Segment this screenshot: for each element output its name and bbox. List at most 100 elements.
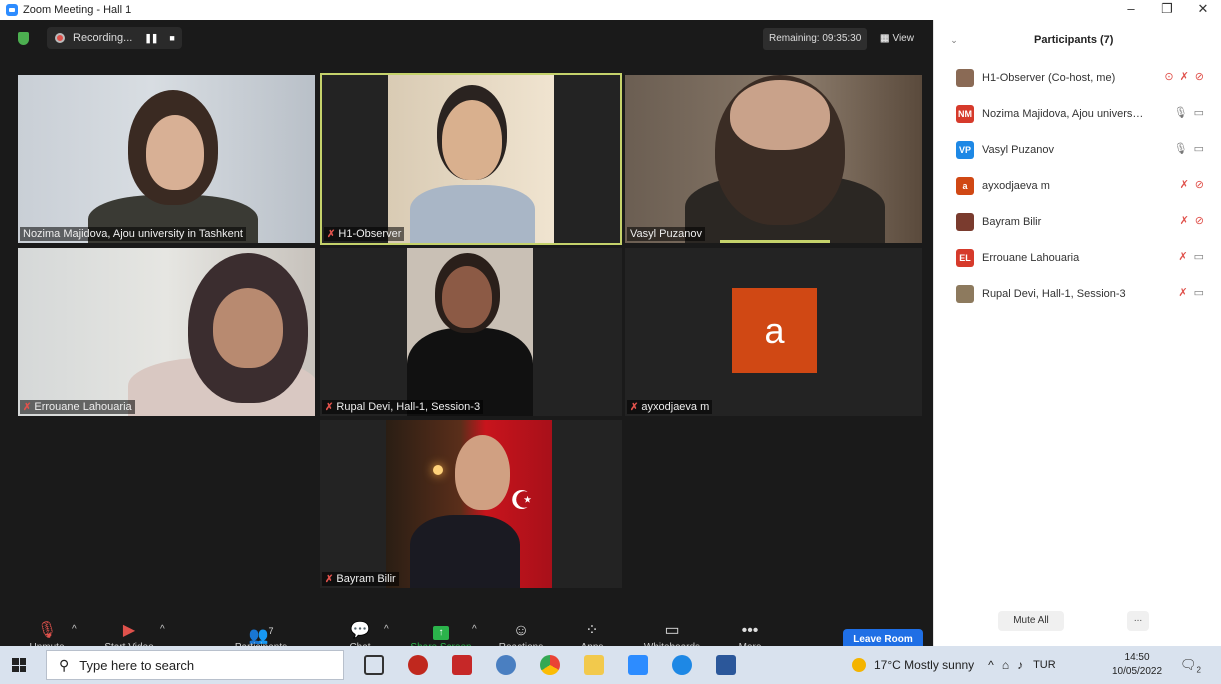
zoom-taskbar-icon[interactable] xyxy=(628,655,648,675)
video-area: Recording... ❚❚ ■ Remaining: 09:35:30 ▦ V… xyxy=(0,20,933,653)
participants-icon: 👥7 xyxy=(248,626,274,645)
mic-muted-icon: ✗ xyxy=(23,402,32,413)
mic-muted-icon: ✗ xyxy=(325,402,334,413)
tile-name-label: Nozima Majidova, Ajou university in Tash… xyxy=(20,227,246,241)
avatar: NM xyxy=(956,105,974,123)
tile-name-label: ✗ Rupal Devi, Hall-1, Session-3 xyxy=(322,400,484,414)
window-titlebar: Zoom Meeting - Hall 1 – ❐ ✕ xyxy=(0,0,1221,20)
network-icon[interactable]: ⌂ xyxy=(1002,658,1009,672)
pause-recording-icon[interactable]: ❚❚ xyxy=(144,33,158,44)
apps-icon: ⁘ xyxy=(585,622,599,639)
stop-recording-icon[interactable]: ■ xyxy=(169,33,175,43)
maximize-button[interactable]: ❐ xyxy=(1149,0,1185,20)
mic-muted-icon: ✗ xyxy=(325,574,334,585)
zoom-app-icon xyxy=(6,4,18,16)
tile-name-label: ✗ Errouane Lahouaria xyxy=(20,400,135,414)
video-tile[interactable]: ✗ Errouane Lahouaria xyxy=(18,248,315,416)
mic-muted-icon: ✗ xyxy=(1178,251,1188,263)
mic-muted-icon: ✗ xyxy=(1179,71,1189,83)
video-tile-no-video[interactable]: a ✗ ayxodjaeva m xyxy=(625,248,922,416)
mic-muted-icon: 🎙 xyxy=(36,622,58,639)
task-view-icon[interactable] xyxy=(364,655,384,675)
avatar xyxy=(956,213,974,231)
participants-panel: ⌄ Participants (7) H1-Observer (Co-host,… xyxy=(933,20,1221,646)
video-tile[interactable]: Vasyl Puzanov xyxy=(625,75,922,243)
avatar: VP xyxy=(956,141,974,159)
minimize-button[interactable]: – xyxy=(1113,0,1149,20)
video-tile[interactable]: ☪ ✗ Bayram Bilir xyxy=(320,420,622,588)
audio-options-chevron-icon[interactable]: ^ xyxy=(72,624,77,635)
view-button[interactable]: ▦ View xyxy=(880,28,914,50)
collapse-chevron-icon[interactable]: ⌄ xyxy=(934,35,974,46)
window-title: Zoom Meeting - Hall 1 xyxy=(23,4,132,16)
participant-row[interactable]: Bayram Bilir ✗ ⊘ xyxy=(934,204,1221,240)
word-icon[interactable] xyxy=(716,655,736,675)
share-options-chevron-icon[interactable]: ^ xyxy=(472,624,477,635)
notification-icon[interactable]: 🗨2 xyxy=(1180,657,1201,675)
whiteboard-icon: ▭ xyxy=(664,622,680,639)
language-indicator[interactable]: TUR xyxy=(1033,659,1056,671)
mic-muted-icon: ✗ xyxy=(327,229,336,240)
remaining-time: Remaining: 09:35:30 xyxy=(763,28,868,50)
weather-sun-icon xyxy=(852,658,866,672)
search-icon: ⚲ xyxy=(59,656,70,673)
taskbar-search[interactable]: ⚲ Type here to search xyxy=(46,650,344,680)
close-button[interactable]: ✕ xyxy=(1185,0,1221,20)
windows-taskbar: ⚲ Type here to search 17°C Mostly sunny … xyxy=(0,646,1221,684)
tile-name-label: ✗ H1-Observer xyxy=(324,227,405,241)
grid-icon: ▦ xyxy=(880,33,890,44)
taskbar-clock[interactable]: 14:50 10/05/2022 xyxy=(1112,651,1162,679)
recording-dot-icon xyxy=(55,33,65,43)
tile-name-label: ✗ ayxodjaeva m xyxy=(627,400,713,414)
mic-icon: 🎙 xyxy=(1173,143,1188,155)
video-tile[interactable]: ✗ Rupal Devi, Hall-1, Session-3 xyxy=(320,248,622,416)
recording-label: Recording... xyxy=(73,32,133,44)
participant-row[interactable]: EL Errouane Lahouaria ✗ ▭ xyxy=(934,240,1221,276)
video-off-icon: ⊘ xyxy=(1194,179,1204,191)
app-icon[interactable] xyxy=(452,655,472,675)
mic-muted-icon: ✗ xyxy=(630,402,639,413)
panel-more-button[interactable]: ... xyxy=(1127,611,1149,631)
chat-options-chevron-icon[interactable]: ^ xyxy=(384,624,389,635)
meeting-topbar: Recording... ❚❚ ■ Remaining: 09:35:30 ▦ V… xyxy=(0,20,933,56)
app-icon[interactable] xyxy=(496,655,516,675)
start-button[interactable] xyxy=(0,646,38,684)
video-tile[interactable]: Nozima Majidova, Ajou university in Tash… xyxy=(18,75,315,243)
view-label: View xyxy=(892,33,914,44)
mic-icon: 🎙 xyxy=(1173,107,1188,119)
video-options-chevron-icon[interactable]: ^ xyxy=(160,624,165,635)
participant-row[interactable]: Rupal Devi, Hall-1, Session-3 ✗ ▭ xyxy=(934,276,1221,312)
recording-indicator: Recording... ❚❚ ■ xyxy=(47,27,182,49)
share-screen-icon: ↑ xyxy=(408,620,474,642)
avatar xyxy=(956,285,974,303)
video-icon: ▭ xyxy=(1193,143,1204,155)
tray-chevron-icon[interactable]: ^ xyxy=(988,658,994,672)
video-off-icon: ⊘ xyxy=(1194,71,1204,83)
chat-icon: 💬 xyxy=(350,622,370,639)
windows-logo-icon xyxy=(12,658,26,672)
participant-avatar: a xyxy=(732,288,817,373)
video-icon: ▭ xyxy=(1193,251,1204,263)
video-icon: ▭ xyxy=(1193,287,1204,299)
participant-row[interactable]: NM Nozima Majidova, Ajou universit... 🎙 ▭ xyxy=(934,96,1221,132)
panel-header: ⌄ Participants (7) xyxy=(934,20,1221,60)
window-controls: – ❐ ✕ xyxy=(1113,0,1221,20)
weather-text[interactable]: 17°C Mostly sunny xyxy=(874,658,974,672)
mic-muted-icon: ✗ xyxy=(1179,215,1189,227)
video-tile-active-speaker[interactable]: ✗ H1-Observer xyxy=(320,73,622,245)
mute-all-button[interactable]: Mute All xyxy=(998,611,1064,631)
record-icon: ⊙ xyxy=(1164,71,1174,83)
chrome-icon[interactable] xyxy=(540,655,560,675)
participant-row[interactable]: VP Vasyl Puzanov 🎙 ▭ xyxy=(934,132,1221,168)
security-shield-icon[interactable] xyxy=(18,31,29,45)
file-explorer-icon[interactable] xyxy=(584,655,604,675)
participant-row[interactable]: a ayxodjaeva m ✗ ⊘ xyxy=(934,168,1221,204)
system-tray: 17°C Mostly sunny ^ ⌂ ♪ TUR xyxy=(852,646,1056,684)
clock-time: 14:50 xyxy=(1124,652,1150,663)
video-off-icon: ⊘ xyxy=(1194,215,1204,227)
clock-date: 10/05/2022 xyxy=(1112,666,1163,677)
edge-icon[interactable] xyxy=(672,655,692,675)
volume-icon[interactable]: ♪ xyxy=(1017,658,1023,672)
app-icon[interactable] xyxy=(408,655,428,675)
participant-row[interactable]: H1-Observer (Co-host, me) ⊙ ✗ ⊘ xyxy=(934,60,1221,96)
